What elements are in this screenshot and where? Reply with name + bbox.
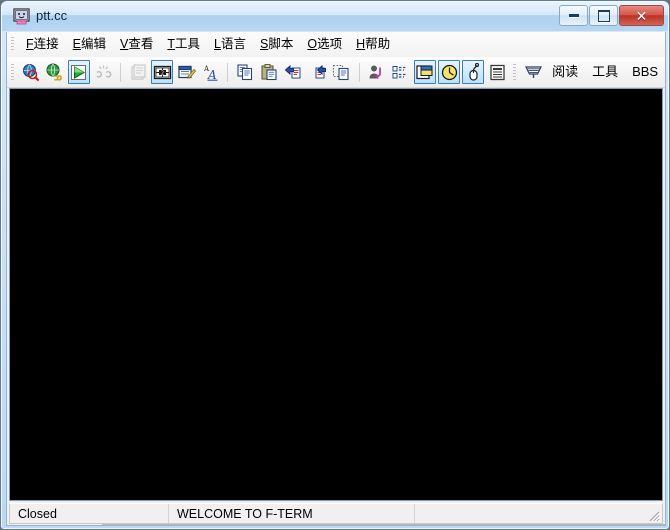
toolbar-drag-grip-2[interactable] [513, 63, 516, 81]
title-bar[interactable]: ptt.cc ✕ [2, 2, 668, 31]
timer-clock-icon[interactable] [437, 60, 461, 84]
address-book-icon[interactable]: 2 [151, 60, 174, 84]
schedule-edit-icon[interactable] [175, 60, 197, 84]
maximize-button[interactable] [589, 5, 618, 26]
application-window: ptt.cc ✕ F连接 E编辑 V查看 T工具 L语言 S脚本 O选项 H帮助 [0, 0, 670, 530]
open-window-icon [127, 60, 149, 84]
menu-item-view[interactable]: V查看 [113, 34, 160, 55]
status-message: WELCOME TO F-TERM [169, 504, 415, 523]
site-link-icon[interactable] [44, 60, 66, 84]
toolbar-separator [120, 62, 122, 82]
menu-item-edit[interactable]: E编辑 [66, 34, 113, 55]
site-search-icon[interactable] [20, 60, 42, 84]
client-area: F连接 E编辑 V查看 T工具 L语言 S脚本 O选项 H帮助 2 A A 阅读… [6, 32, 666, 526]
terminal-monitor-icon [13, 8, 30, 25]
list-icon[interactable] [390, 60, 412, 84]
menu-drag-grip[interactable] [11, 37, 14, 52]
toolbar-drag-grip[interactable] [11, 63, 14, 81]
anti-idle-icon[interactable] [366, 60, 388, 84]
window-title: ptt.cc [36, 8, 68, 23]
maximize-icon [597, 9, 610, 22]
menu-bar: F连接 E编辑 V查看 T工具 L语言 S脚本 O选项 H帮助 [7, 32, 665, 58]
screen-window-icon[interactable] [413, 60, 436, 84]
terminal-screen[interactable] [9, 88, 663, 501]
status-bar: Closed WELCOME TO F-TERM [9, 503, 663, 524]
tools-button[interactable]: 工具 [585, 61, 625, 83]
close-button[interactable]: ✕ [619, 5, 664, 26]
menu-item-tools[interactable]: T工具 [160, 34, 207, 55]
next-article-icon[interactable] [307, 60, 329, 84]
toolbar-separator [358, 62, 360, 82]
svg-text:2: 2 [161, 70, 164, 76]
select-copy-icon[interactable] [331, 60, 353, 84]
mouse-support-icon[interactable] [462, 60, 485, 84]
menu-item-options[interactable]: O选项 [300, 34, 349, 55]
menu-item-connect[interactable]: F连接 [19, 34, 66, 55]
menu-item-language[interactable]: L语言 [207, 34, 253, 55]
paste-icon[interactable] [258, 60, 280, 84]
menu-item-help[interactable]: H帮助 [349, 34, 397, 55]
tool-bar: 2 A A 阅读 工具 BBS [7, 57, 665, 88]
copy-icon[interactable] [234, 60, 256, 84]
status-extra [415, 504, 662, 523]
disconnect-icon [92, 60, 114, 84]
menu-item-script[interactable]: S脚本 [253, 34, 300, 55]
status-connection: Closed [10, 504, 169, 523]
connect-play-icon[interactable] [67, 60, 91, 84]
font-icon[interactable]: A A [199, 60, 221, 84]
prev-article-icon[interactable] [282, 60, 304, 84]
minimize-button[interactable] [559, 5, 588, 26]
article-list-icon[interactable] [486, 60, 508, 84]
resize-grip[interactable] [647, 509, 661, 523]
keyboard-macro-icon[interactable] [522, 60, 544, 84]
minimize-icon [568, 14, 579, 17]
bbs-button[interactable]: BBS [625, 61, 665, 83]
close-icon: ✕ [635, 7, 648, 24]
toolbar-separator [227, 62, 229, 82]
read-button[interactable]: 阅读 [545, 61, 585, 83]
